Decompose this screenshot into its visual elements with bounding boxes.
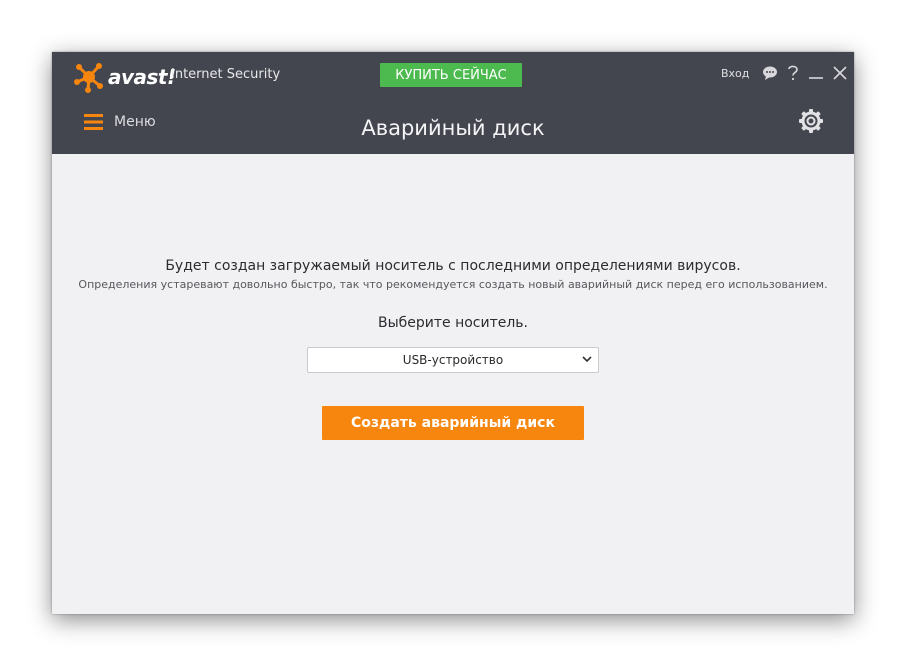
create-rescue-disk-button[interactable]: Создать аварийный диск — [322, 406, 584, 440]
close-icon[interactable] — [832, 65, 848, 81]
avast-logo-icon — [74, 63, 103, 93]
window-controls — [754, 64, 848, 82]
main-content: Будет создан загружаемый носитель с посл… — [52, 154, 854, 614]
note-text: Определения устаревают довольно быстро, … — [78, 278, 828, 291]
help-icon[interactable] — [786, 64, 800, 82]
chevron-down-icon — [582, 356, 592, 363]
avast-logo: avast! — [72, 60, 176, 94]
title-bar: avast! Internet Security КУПИТЬ СЕЙЧАС В… — [52, 52, 854, 154]
media-select[interactable]: USB-устройство — [307, 347, 599, 373]
minimize-icon[interactable] — [808, 65, 824, 81]
app-window: avast! Internet Security КУПИТЬ СЕЙЧАС В… — [52, 52, 854, 614]
logo-wordmark: avast! — [108, 65, 176, 89]
description-text: Будет создан загружаемый носитель с посл… — [165, 258, 741, 274]
login-link[interactable]: Вход — [721, 67, 749, 80]
gear-icon[interactable] — [798, 108, 824, 134]
media-select-value: USB-устройство — [402, 353, 504, 367]
buy-now-button[interactable]: КУПИТЬ СЕЙЧАС — [380, 63, 522, 87]
product-name: Internet Security — [171, 67, 281, 82]
choose-media-label: Выберите носитель. — [377, 315, 529, 331]
page-title: Аварийный диск — [361, 116, 545, 140]
chat-icon[interactable] — [762, 65, 778, 81]
